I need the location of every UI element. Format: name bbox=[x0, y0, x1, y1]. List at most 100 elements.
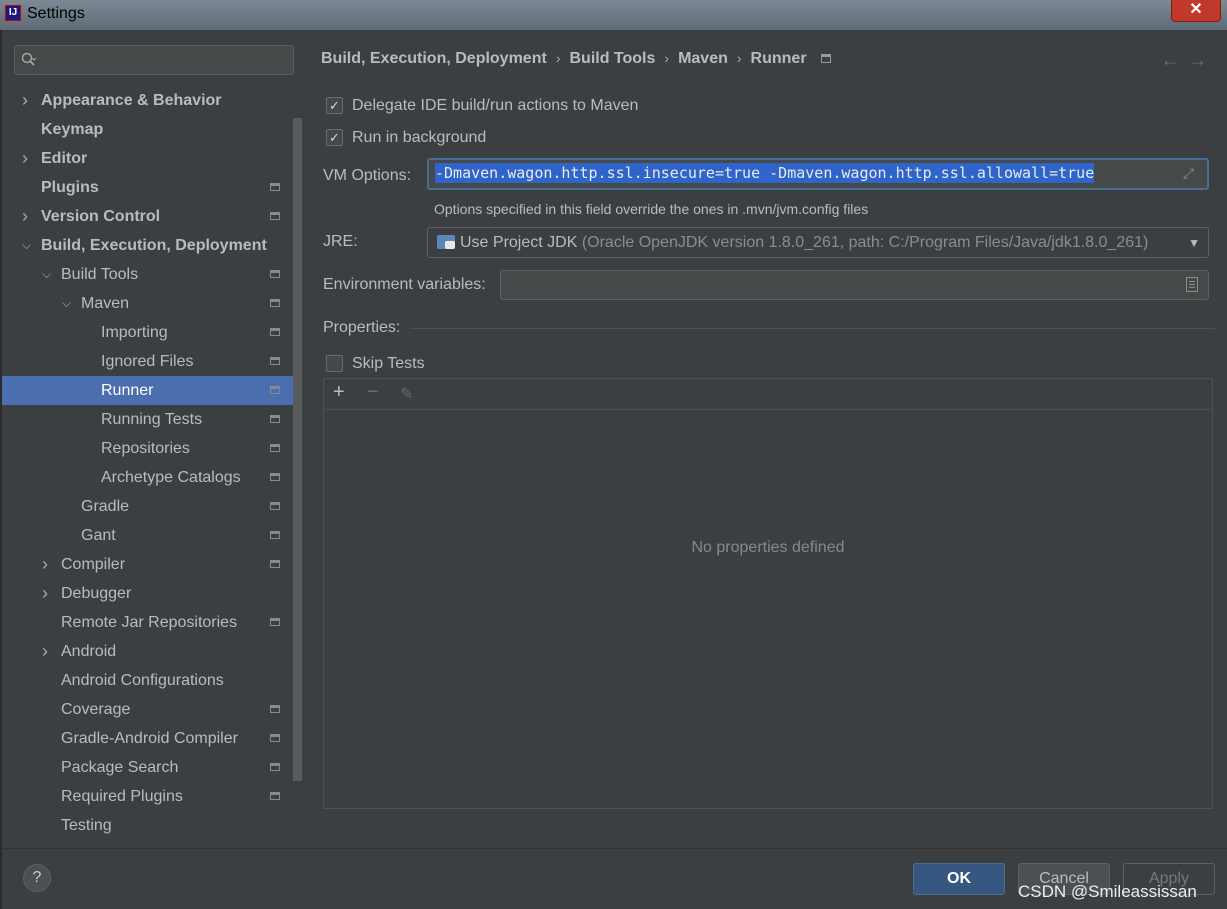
run-in-background-checkbox[interactable]: ✓ bbox=[326, 129, 343, 146]
csdn-watermark: CSDN @Smileassissan bbox=[1018, 882, 1197, 901]
tree-item-testing[interactable]: Testing bbox=[2, 811, 302, 840]
settings-content: Build, Execution, Deployment › Build Tools… bbox=[302, 30, 1227, 848]
project-level-icon bbox=[270, 183, 280, 191]
add-icon[interactable]: + bbox=[333, 381, 345, 404]
tree-item-package-search[interactable]: Package Search bbox=[2, 753, 302, 782]
forward-arrow-icon[interactable]: → bbox=[1189, 50, 1217, 70]
project-level-icon bbox=[270, 357, 280, 365]
delegate-label: Delegate IDE build/run actions to Maven bbox=[352, 97, 639, 114]
chevron-down-icon[interactable]: ⌵ bbox=[22, 231, 34, 260]
properties-separator bbox=[410, 328, 1215, 329]
tree-item-debugger[interactable]: › Debugger bbox=[2, 579, 302, 608]
tree-item-label: Appearance & Behavior bbox=[41, 92, 222, 109]
tree-item-appearance-behavior[interactable]: › Appearance & Behavior bbox=[2, 86, 302, 115]
tree-item-label: Gant bbox=[81, 527, 116, 544]
chevron-right-icon[interactable]: › bbox=[42, 550, 54, 579]
run-in-background-label: Run in background bbox=[352, 129, 487, 146]
vm-options-label: VM Options: bbox=[323, 167, 412, 184]
tree-item-repositories[interactable]: Repositories bbox=[2, 434, 302, 463]
tree-item-label: Gradle bbox=[81, 498, 130, 515]
tree-item-build-execution-deployment[interactable]: ⌵ Build, Execution, Deployment bbox=[2, 231, 302, 260]
tree-item-archetype-catalogs[interactable]: Archetype Catalogs bbox=[2, 463, 302, 492]
tree-item-label: Repositories bbox=[101, 440, 190, 457]
settings-sidebar: › Appearance & Behavior Keymap › Editor Plugi… bbox=[0, 30, 302, 848]
properties-label: Properties: bbox=[323, 319, 401, 336]
chevron-right-icon[interactable]: › bbox=[22, 144, 34, 173]
edit-pencil-icon[interactable]: ✎ bbox=[400, 384, 413, 404]
tree-item-maven[interactable]: ⌵ Maven bbox=[2, 289, 302, 318]
tree-item-plugins[interactable]: Plugins bbox=[2, 173, 302, 202]
window-close-button[interactable]: ✕ bbox=[1171, 0, 1221, 22]
tree-item-version-control[interactable]: › Version Control bbox=[2, 202, 302, 231]
project-level-icon bbox=[270, 415, 280, 423]
jdk-folder-icon bbox=[437, 235, 455, 249]
expand-icon[interactable]: ⤢ bbox=[1183, 166, 1199, 182]
tree-item-label: Required Plugins bbox=[61, 788, 183, 805]
help-button[interactable]: ? bbox=[23, 864, 51, 892]
vm-options-input[interactable]: -Dmaven.wagon.http.ssl.insecure=true -Dm… bbox=[427, 158, 1209, 190]
chevron-down-icon[interactable]: ⌵ bbox=[62, 289, 74, 318]
project-level-icon bbox=[270, 734, 280, 742]
window-titlebar: IJ Settings ✕ bbox=[0, 0, 1227, 30]
properties-empty-text: No properties defined bbox=[691, 539, 845, 556]
tree-item-compiler[interactable]: › Compiler bbox=[2, 550, 302, 579]
ok-button[interactable]: OK bbox=[913, 863, 1005, 895]
chevron-down-icon[interactable]: ⌵ bbox=[42, 260, 54, 289]
breadcrumb-item-build-tools[interactable]: Build Tools bbox=[569, 50, 655, 67]
back-arrow-icon[interactable]: ← bbox=[1161, 50, 1189, 70]
project-level-icon bbox=[270, 618, 280, 626]
tree-item-label: Plugins bbox=[41, 179, 99, 196]
jre-label: JRE: bbox=[323, 233, 358, 250]
chevron-right-icon[interactable]: › bbox=[22, 202, 34, 231]
tree-item-label: Maven bbox=[81, 295, 130, 312]
tree-item-remote-jar-repositories[interactable]: Remote Jar Repositories bbox=[2, 608, 302, 637]
sidebar-scrollbar[interactable] bbox=[293, 118, 302, 781]
tree-item-running-tests[interactable]: Running Tests bbox=[2, 405, 302, 434]
tree-item-required-plugins[interactable]: Required Plugins bbox=[2, 782, 302, 811]
breadcrumb-item-build-execution-deployment[interactable]: Build, Execution, Deployment bbox=[321, 50, 547, 67]
tree-item-label: Archetype Catalogs bbox=[101, 469, 241, 486]
tree-item-label: Debugger bbox=[61, 585, 132, 602]
breadcrumb-item-maven[interactable]: Maven bbox=[678, 50, 728, 67]
tree-item-label: Running Tests bbox=[101, 411, 203, 428]
tree-item-label: Runner bbox=[101, 382, 154, 399]
tree-item-gant[interactable]: Gant bbox=[2, 521, 302, 550]
tree-item-keymap[interactable]: Keymap bbox=[2, 115, 302, 144]
settings-search-input[interactable] bbox=[14, 45, 294, 75]
project-level-icon bbox=[270, 328, 280, 336]
tree-item-ignored-files[interactable]: Ignored Files bbox=[2, 347, 302, 376]
properties-table: + − ✎ No properties defined bbox=[323, 378, 1213, 809]
tree-item-runner[interactable]: Runner bbox=[2, 376, 302, 405]
tree-item-importing[interactable]: Importing bbox=[2, 318, 302, 347]
tree-item-gradle-android-compiler[interactable]: Gradle-Android Compiler bbox=[2, 724, 302, 753]
project-level-icon bbox=[820, 54, 831, 64]
skip-tests-checkbox[interactable] bbox=[326, 355, 343, 372]
project-level-icon bbox=[270, 531, 280, 539]
tree-item-label: Ignored Files bbox=[101, 353, 194, 370]
tree-item-label: Coverage bbox=[61, 701, 131, 718]
tree-item-build-tools[interactable]: ⌵ Build Tools bbox=[2, 260, 302, 289]
tree-item-label: Keymap bbox=[41, 121, 104, 138]
dialog-footer: ? OK Cancel Apply CSDN @Smileassissan bbox=[0, 848, 1227, 909]
env-vars-input[interactable] bbox=[500, 270, 1209, 300]
tree-item-label: Remote Jar Repositories bbox=[61, 614, 238, 631]
tree-item-android-configurations[interactable]: Android Configurations bbox=[2, 666, 302, 695]
tree-item-android[interactable]: › Android bbox=[2, 637, 302, 666]
project-level-icon bbox=[270, 299, 280, 307]
vm-options-hint: Options specified in this field override… bbox=[434, 201, 869, 217]
chevron-right-icon[interactable]: › bbox=[42, 579, 54, 608]
tree-item-gradle[interactable]: Gradle bbox=[2, 492, 302, 521]
tree-item-editor[interactable]: › Editor bbox=[2, 144, 302, 173]
project-level-icon bbox=[270, 763, 280, 771]
jre-select[interactable]: Use Project JDK (Oracle OpenJDK version … bbox=[427, 227, 1209, 258]
browse-document-icon[interactable] bbox=[1186, 277, 1198, 292]
chevron-right-icon[interactable]: › bbox=[42, 637, 54, 666]
tree-item-label: Editor bbox=[41, 150, 88, 167]
tree-item-coverage[interactable]: Coverage bbox=[2, 695, 302, 724]
delegate-checkbox[interactable]: ✓ bbox=[326, 97, 343, 114]
chevron-right-icon[interactable]: › bbox=[22, 86, 34, 115]
breadcrumb-item-runner: Runner bbox=[750, 50, 807, 67]
chevron-down-icon[interactable]: ▼ bbox=[1188, 229, 1200, 257]
search-icon bbox=[21, 52, 37, 66]
remove-icon[interactable]: − bbox=[367, 381, 379, 404]
